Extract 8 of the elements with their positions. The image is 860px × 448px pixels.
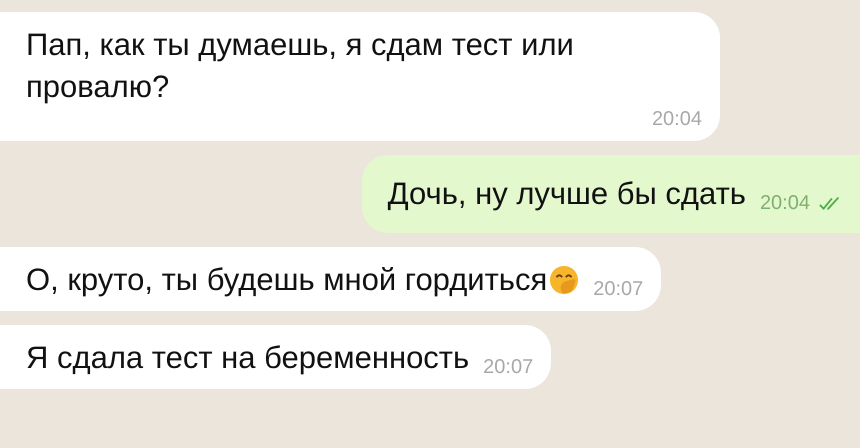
message-time: 20:07 <box>593 278 644 301</box>
message-text: Пап, как ты думаешь, я сдам тест или провалю? <box>26 26 575 106</box>
message-text: Дочь, ну лучше бы сдать <box>388 175 746 213</box>
message-time: 20:07 <box>483 356 534 379</box>
message-time: 20:04 <box>652 108 702 131</box>
message-text: Я сдала тест на беременность <box>26 339 470 377</box>
message-time: 20:04 <box>760 192 810 215</box>
message-text: О, круто, ты будешь мной гордиться <box>26 261 548 299</box>
